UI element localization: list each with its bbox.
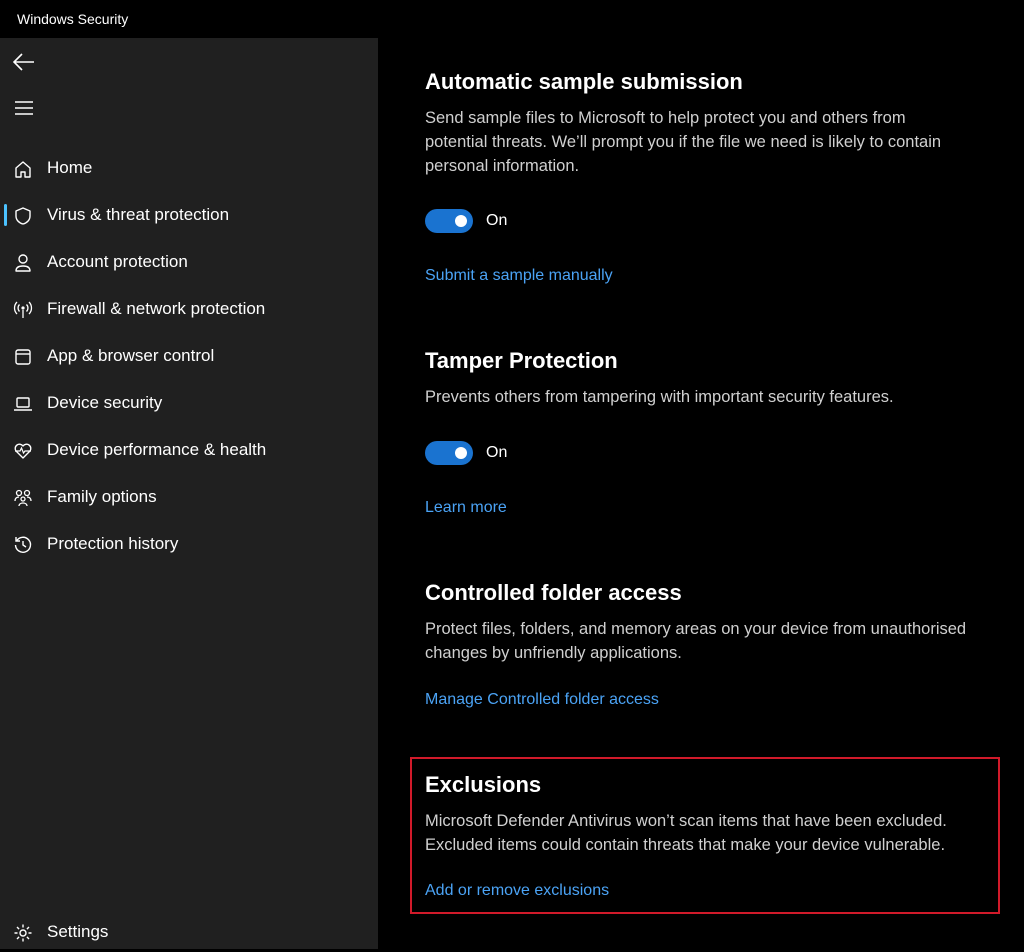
exclusions-highlight-box <box>410 757 1000 914</box>
hamburger-icon <box>15 101 33 115</box>
sidebar-item-label: App & browser control <box>47 346 215 365</box>
tamper-protection-toggle[interactable] <box>425 441 473 465</box>
sidebar-item-label: Virus & threat protection <box>47 205 230 224</box>
sidebar-item-app-browser[interactable]: App & browser control <box>0 336 378 376</box>
section-desc-controlled-folder-access: Protect files, folders, and memory areas… <box>425 617 1015 665</box>
sidebar-item-device-security[interactable]: Device security <box>0 383 378 423</box>
window-title: Windows Security <box>17 11 129 27</box>
section-desc-tamper-protection: Prevents others from tampering with impo… <box>425 385 1015 409</box>
sidebar: Home Virus & threat protection Account p… <box>0 38 378 949</box>
gear-icon <box>12 922 34 944</box>
history-icon <box>12 534 34 556</box>
sidebar-item-settings[interactable]: Settings <box>0 912 378 952</box>
sidebar-item-label: Firewall & network protection <box>47 299 266 318</box>
sidebar-item-label: Device performance & health <box>47 440 267 459</box>
desc-line: Send sample files to Microsoft to help p… <box>425 109 906 127</box>
sidebar-item-virus-threat[interactable]: Virus & threat protection <box>0 195 378 235</box>
submit-sample-link[interactable]: Submit a sample manually <box>425 267 613 285</box>
section-title-tamper-protection: Tamper Protection <box>425 348 618 373</box>
shield-icon <box>12 205 34 227</box>
selection-indicator <box>4 204 7 226</box>
sidebar-item-device-performance[interactable]: Device performance & health <box>0 430 378 470</box>
desc-line: Prevents others from tampering with impo… <box>425 388 894 406</box>
desc-line: Protect files, folders, and memory areas… <box>425 620 967 638</box>
title-bar: Windows Security <box>0 0 1024 38</box>
sample-submission-toggle[interactable] <box>425 209 473 233</box>
section-title-sample-submission: Automatic sample submission <box>425 69 743 94</box>
manage-controlled-folder-access-link[interactable]: Manage Controlled folder access <box>425 691 659 709</box>
sidebar-item-label: Settings <box>47 922 109 941</box>
sidebar-item-family[interactable]: Family options <box>0 477 378 517</box>
desc-line: personal information. <box>425 157 580 175</box>
sidebar-item-account[interactable]: Account protection <box>0 242 378 282</box>
sidebar-item-label: Home <box>47 158 93 177</box>
sidebar-item-label: Device security <box>47 393 163 412</box>
laptop-icon <box>12 393 34 415</box>
learn-more-link[interactable]: Learn more <box>425 499 507 517</box>
sidebar-item-protection-history[interactable]: Protection history <box>0 524 378 564</box>
family-icon <box>12 487 34 509</box>
antenna-icon <box>12 299 34 321</box>
app-window-icon <box>12 346 34 368</box>
sidebar-item-label: Family options <box>47 487 157 506</box>
sidebar-item-label: Account protection <box>47 252 188 271</box>
menu-button[interactable] <box>12 96 36 120</box>
back-arrow-icon <box>13 53 34 71</box>
desc-line: potential threats. We’ll prompt you if t… <box>425 133 942 151</box>
back-button[interactable] <box>12 50 36 74</box>
desc-line: changes by unfriendly applications. <box>425 644 682 662</box>
section-desc-sample-submission: Send sample files to Microsoft to help p… <box>425 106 1015 178</box>
toggle-knob <box>455 447 467 459</box>
tamper-protection-toggle-label: On <box>486 444 508 461</box>
sidebar-item-firewall[interactable]: Firewall & network protection <box>0 289 378 329</box>
sample-submission-toggle-label: On <box>486 212 508 229</box>
sidebar-item-label: Protection history <box>47 534 179 553</box>
toggle-knob <box>455 215 467 227</box>
section-title-controlled-folder-access: Controlled folder access <box>425 580 682 605</box>
home-icon <box>12 158 34 180</box>
person-icon <box>12 252 34 274</box>
sidebar-item-home[interactable]: Home <box>0 148 378 188</box>
heart-pulse-icon <box>12 440 34 462</box>
